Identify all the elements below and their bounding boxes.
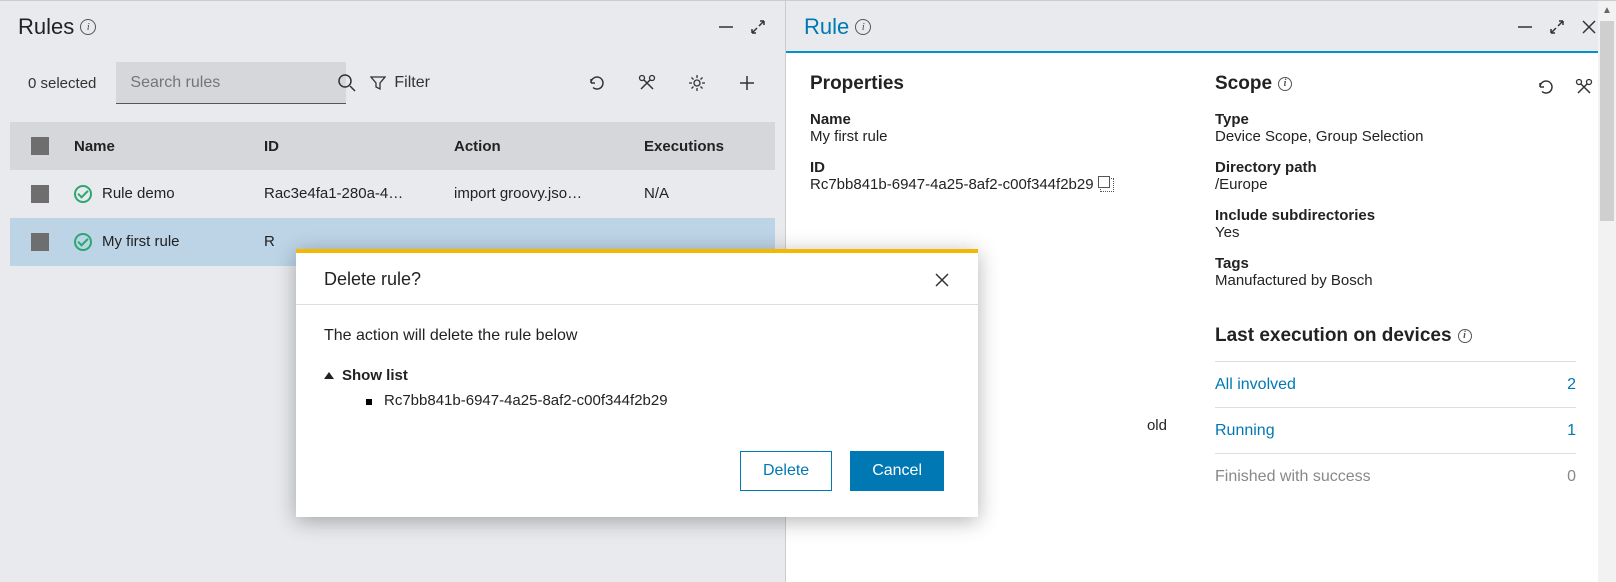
row-id: Rac3e4fa1-280a-4… — [260, 185, 450, 202]
col-id[interactable]: ID — [260, 138, 450, 155]
delete-button[interactable]: Delete — [740, 451, 832, 491]
tools-icon[interactable] — [637, 73, 657, 93]
exec-row: Finished with success 0 — [1215, 453, 1576, 499]
table-header: Name ID Action Executions — [10, 122, 775, 170]
exec-row[interactable]: All involved 2 — [1215, 361, 1576, 407]
refresh-icon[interactable] — [587, 73, 607, 93]
search-input[interactable] — [130, 74, 337, 92]
subdir-label: Include subdirectories — [1215, 207, 1576, 224]
show-list-label: Show list — [342, 367, 408, 384]
name-label: Name — [810, 111, 1171, 128]
status-ok-icon — [74, 185, 92, 203]
tools-icon[interactable] — [1574, 77, 1594, 97]
tags-value: Manufactured by Bosch — [1215, 272, 1576, 289]
path-label: Directory path — [1215, 159, 1576, 176]
show-list-toggle[interactable]: Show list — [324, 367, 950, 384]
search-input-wrap[interactable] — [116, 62, 346, 104]
exec-label: All involved — [1215, 376, 1296, 394]
exec-count: 1 — [1567, 422, 1576, 440]
select-all-checkbox[interactable] — [31, 137, 49, 155]
chevron-up-icon — [324, 372, 334, 379]
col-action[interactable]: Action — [450, 138, 640, 155]
delete-rule-dialog: Delete rule? The action will delete the … — [296, 249, 978, 517]
type-value: Device Scope, Group Selection — [1215, 128, 1576, 145]
row-checkbox[interactable] — [31, 233, 49, 251]
scroll-thumb[interactable] — [1600, 21, 1614, 221]
info-icon[interactable]: i — [1278, 77, 1292, 91]
exec-row[interactable]: Running 1 — [1215, 407, 1576, 453]
col-name[interactable]: Name — [70, 138, 260, 155]
tags-label: Tags — [1215, 255, 1576, 272]
scrollbar[interactable]: ▲ — [1598, 1, 1616, 582]
rules-table: Name ID Action Executions Rule demo Rac3e… — [10, 122, 775, 266]
rule-title-text: Rule — [804, 14, 849, 40]
path-value: /Europe — [1215, 176, 1576, 193]
expand-icon[interactable] — [1548, 18, 1566, 36]
row-name: My first rule — [102, 233, 180, 250]
info-icon[interactable]: i — [855, 19, 871, 35]
rule-title: Rule i — [804, 14, 871, 40]
dialog-item-list: Rc7bb841b-6947-4a25-8af2-c00f344f2b29 — [324, 392, 950, 409]
row-id: R — [260, 233, 450, 250]
expand-icon[interactable] — [749, 18, 767, 36]
name-value: My first rule — [810, 128, 1171, 145]
row-name: Rule demo — [102, 185, 175, 202]
minimize-icon[interactable] — [1516, 18, 1534, 36]
id-value: Rc7bb841b-6947-4a25-8af2-c00f344f2b29 — [810, 176, 1094, 193]
close-icon[interactable] — [1580, 18, 1598, 36]
properties-heading: Properties — [810, 73, 1171, 95]
row-checkbox[interactable] — [31, 185, 49, 203]
exec-heading: Last execution on devices i — [1215, 325, 1576, 347]
filter-label: Filter — [394, 74, 430, 92]
dialog-title: Delete rule? — [324, 269, 421, 290]
id-label: ID — [810, 159, 1171, 176]
subdir-value: Yes — [1215, 224, 1576, 241]
search-icon[interactable] — [337, 73, 357, 93]
filter-button[interactable]: Filter — [360, 62, 440, 104]
minimize-icon[interactable] — [717, 18, 735, 36]
col-executions[interactable]: Executions — [640, 138, 760, 155]
row-executions: N/A — [640, 185, 760, 202]
list-item: Rc7bb841b-6947-4a25-8af2-c00f344f2b29 — [366, 392, 950, 409]
table-row[interactable]: Rule demo Rac3e4fa1-280a-4…import groovy.… — [10, 170, 775, 218]
rules-title-text: Rules — [18, 14, 74, 40]
exec-label: Finished with success — [1215, 468, 1371, 486]
rules-toolbar: 0 selected Filter — [0, 50, 785, 104]
exec-label: Running — [1215, 422, 1275, 440]
plus-icon[interactable] — [737, 73, 757, 93]
exec-count: 2 — [1567, 376, 1576, 394]
type-label: Type — [1215, 111, 1576, 128]
exec-count: 0 — [1567, 468, 1576, 486]
rules-title: Rules i — [18, 14, 96, 40]
cancel-button[interactable]: Cancel — [850, 451, 944, 491]
selected-count: 0 selected — [28, 75, 96, 92]
scope-heading: Scope i — [1215, 73, 1576, 95]
scroll-up-icon[interactable]: ▲ — [1598, 1, 1616, 19]
scope-column: Scope i Type Device Scope, Group Selecti… — [1191, 73, 1616, 582]
close-icon[interactable] — [934, 272, 950, 288]
row-action: import groovy.jso… — [450, 185, 640, 202]
status-ok-icon — [74, 233, 92, 251]
dialog-message: The action will delete the rule below — [324, 327, 950, 345]
gear-icon[interactable] — [687, 73, 707, 93]
info-icon[interactable]: i — [80, 19, 96, 35]
refresh-icon[interactable] — [1536, 77, 1556, 97]
copy-icon[interactable] — [1100, 178, 1114, 192]
info-icon[interactable]: i — [1458, 329, 1472, 343]
